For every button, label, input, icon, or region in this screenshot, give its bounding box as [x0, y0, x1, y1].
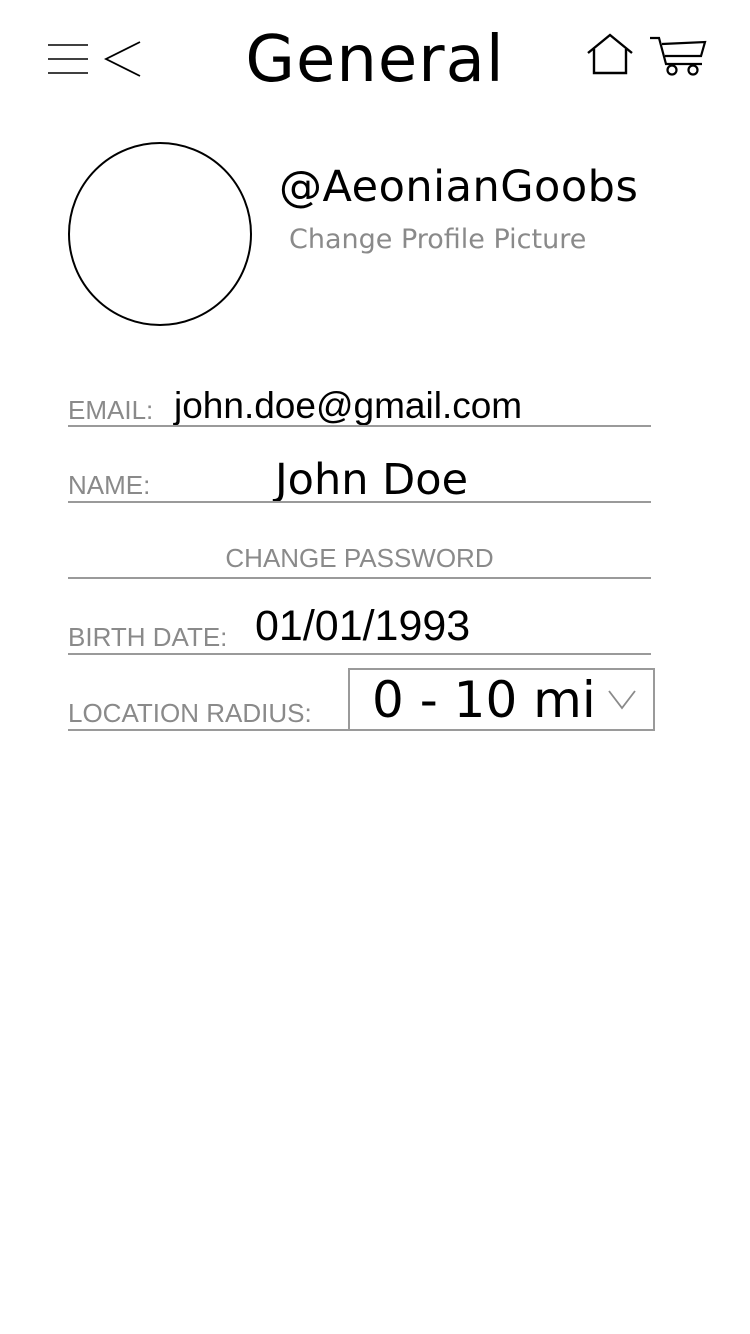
change-profile-picture-link[interactable]: Change Profile Picture	[289, 222, 586, 258]
location-radius-underline	[68, 729, 349, 731]
change-password-button[interactable]: CHANGE PASSWORD	[68, 543, 651, 573]
location-radius-label: LOCATION RADIUS:	[68, 698, 312, 728]
name-field[interactable]: John Doe	[275, 453, 468, 507]
home-icon	[585, 32, 635, 76]
chevron-down-icon	[607, 688, 637, 714]
change-password-underline	[68, 577, 651, 579]
email-underline	[68, 425, 651, 427]
location-radius-value: 0 - 10 mi	[372, 671, 596, 729]
birth-date-label: BIRTH DATE:	[68, 622, 228, 652]
cart-icon	[648, 34, 708, 78]
name-underline	[68, 501, 651, 503]
birth-date-underline	[68, 653, 651, 655]
location-radius-select[interactable]: 0 - 10 mi	[348, 668, 655, 731]
username: @AeonianGoobs	[279, 162, 639, 212]
name-label: NAME:	[68, 470, 151, 500]
email-field[interactable]: john.doe@gmail.com	[174, 384, 522, 428]
home-button[interactable]	[585, 32, 635, 76]
cart-button[interactable]	[648, 34, 708, 78]
avatar[interactable]	[68, 142, 252, 326]
email-label: EMAIL:	[68, 395, 154, 425]
page-title: General	[245, 23, 505, 97]
birth-date-field[interactable]: 01/01/1993	[255, 601, 470, 651]
